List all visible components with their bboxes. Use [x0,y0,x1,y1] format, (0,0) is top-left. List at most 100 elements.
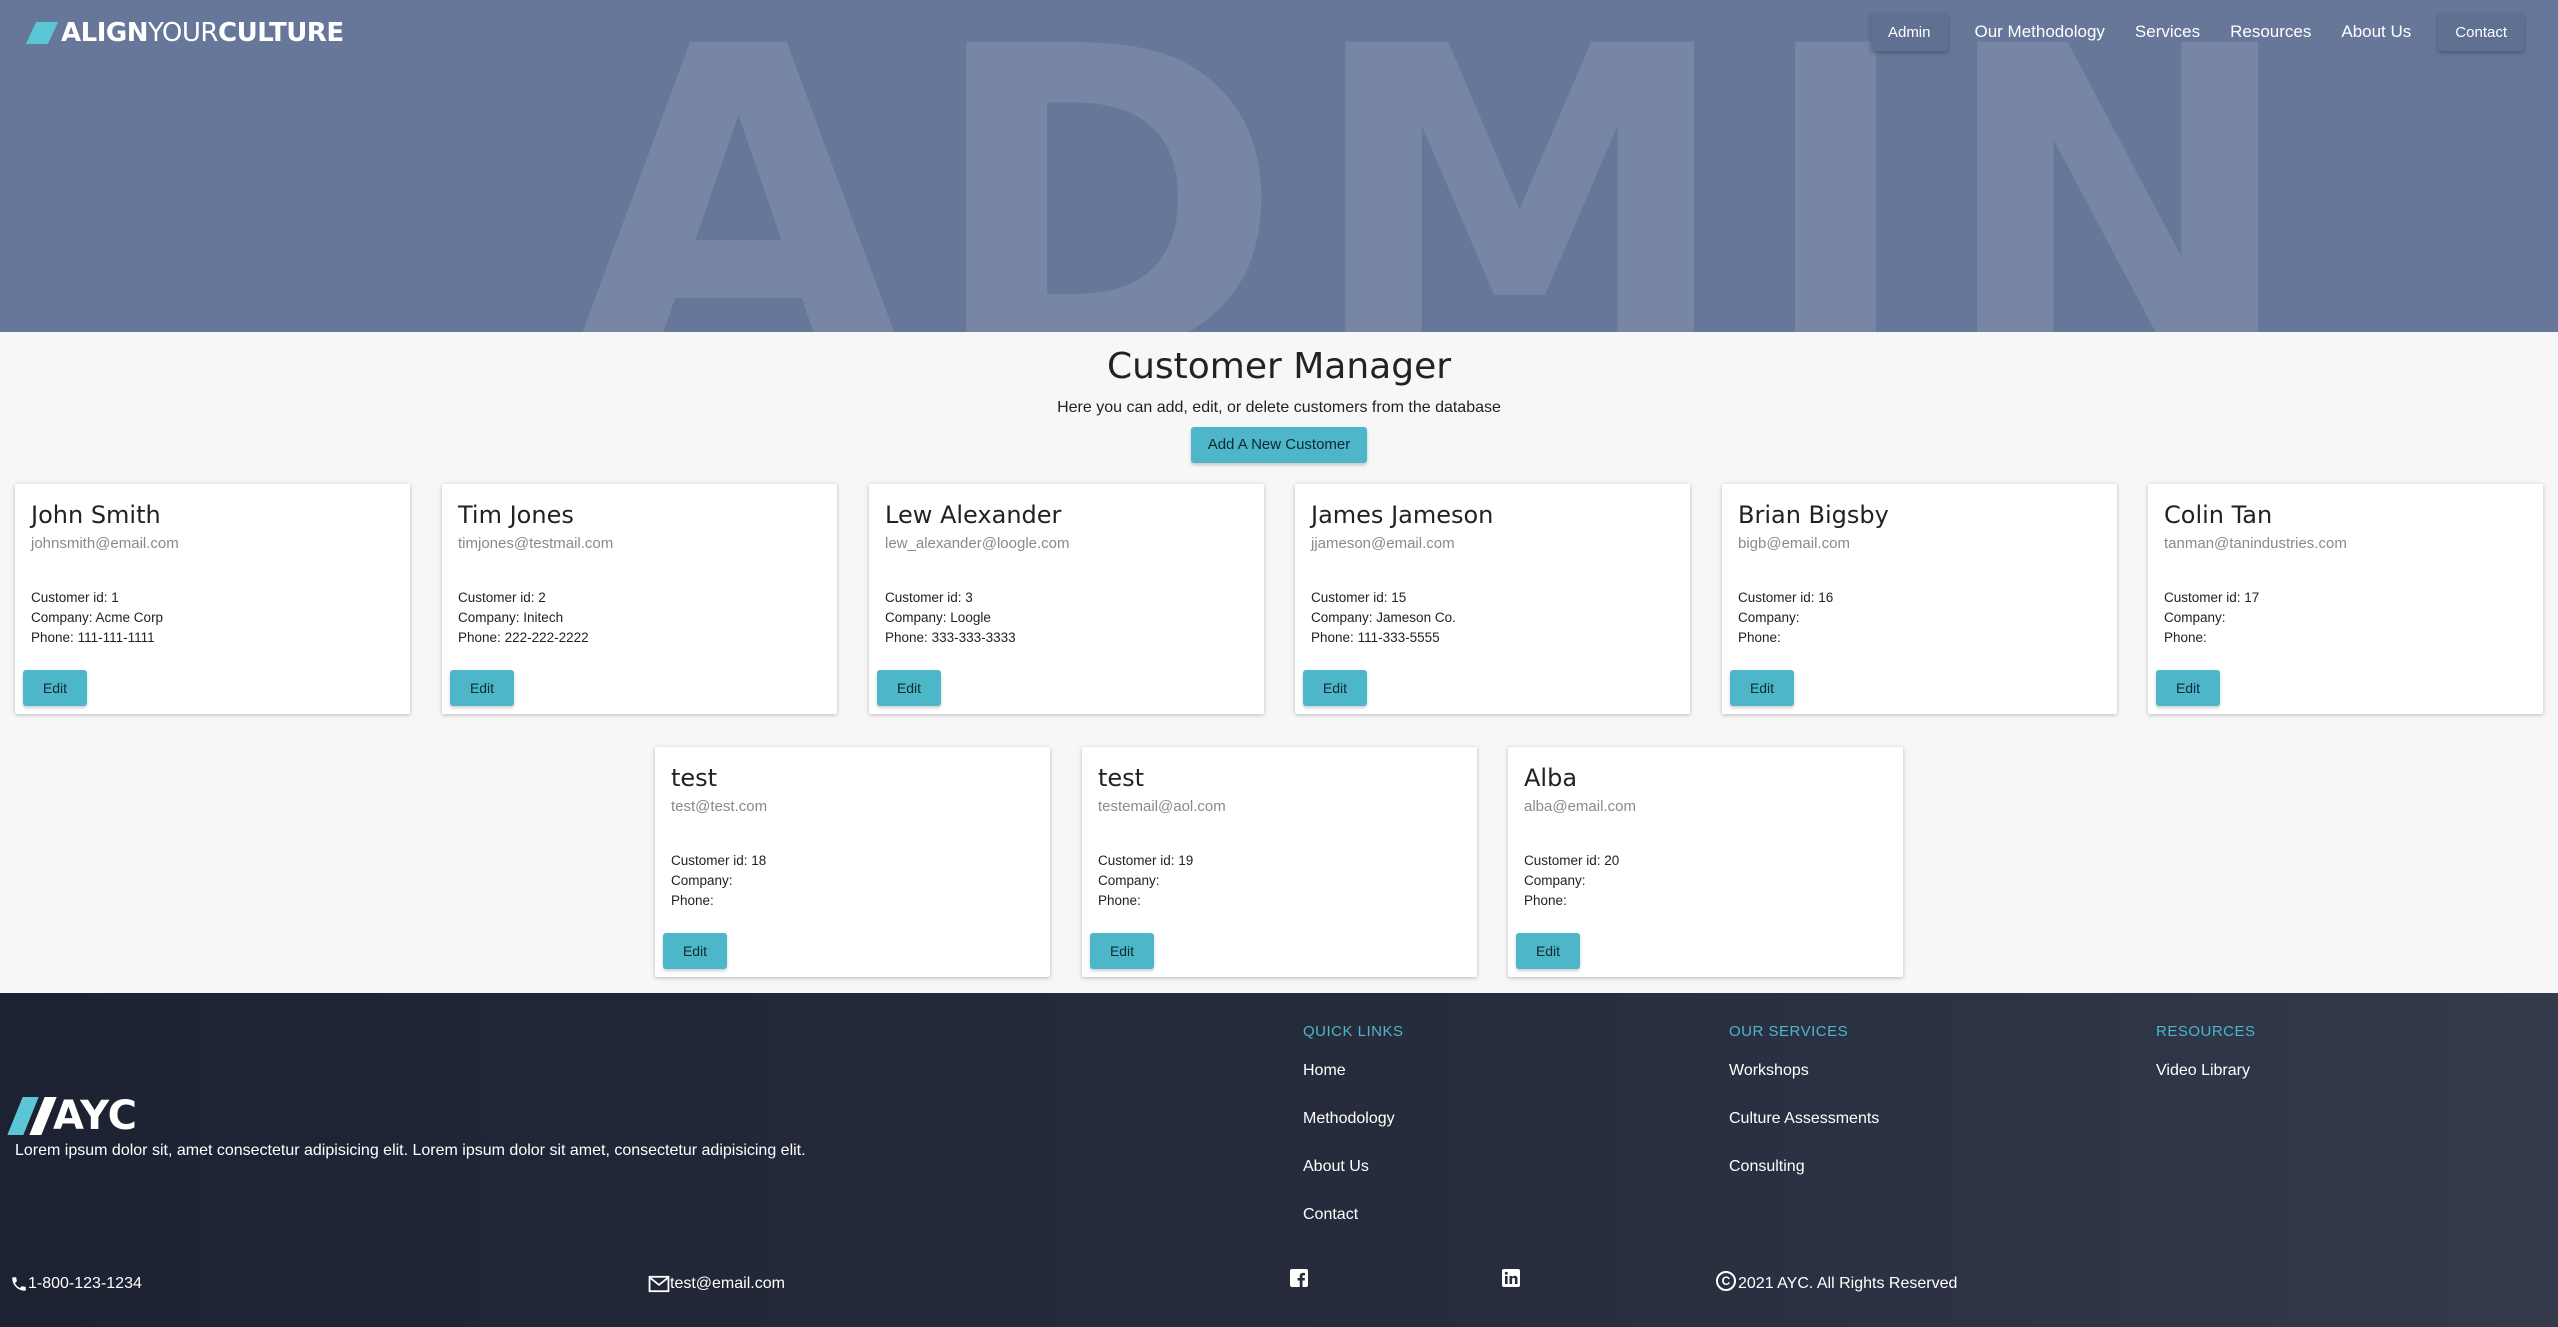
logo-mark-icon [25,22,59,44]
customer-id-row: Customer id: 17 [2164,590,2260,605]
customer-name: Lew Alexander [885,501,1062,529]
customer-id-row: Customer id: 19 [1098,853,1194,868]
footer-link-consulting[interactable]: Consulting [1729,1158,1879,1206]
nav-contact[interactable]: Contact [2438,13,2524,51]
footer-quick-links: QUICK LINKS Home Methodology About Us Co… [1303,1023,1404,1254]
nav-admin[interactable]: Admin [1870,13,1948,51]
resources-heading: RESOURCES [2156,1023,2256,1040]
customer-phone-row: Phone: [2164,630,2207,645]
footer-phone-number: 1-800-123-1234 [28,1275,142,1292]
customer-card: Alba alba@email.com Customer id: 20 Comp… [1508,747,1903,977]
customer-id-row: Customer id: 15 [1311,590,1407,605]
footer-link-about-us[interactable]: About Us [1303,1158,1404,1206]
customer-phone-row: Phone: 222-222-2222 [458,630,589,645]
customer-email: jjameson@email.com [1311,535,1455,552]
customer-name: James Jameson [1311,501,1494,529]
customer-company-row: Company: [2164,610,2226,625]
customer-details: Customer id: 17 Company: Phone: [2164,588,2259,648]
customer-phone-row: Phone: [1098,893,1141,908]
customer-name: John Smith [31,501,161,529]
edit-button[interactable]: Edit [2156,670,2220,706]
customer-card: Brian Bigsby bigb@email.com Customer id:… [1722,484,2117,714]
customer-phone-row: Phone: 333-333-3333 [885,630,1016,645]
quick-links-heading: QUICK LINKS [1303,1023,1404,1040]
services-heading: OUR SERVICES [1729,1023,1849,1040]
customer-name: test [1098,764,1145,792]
customer-phone-row: Phone: [1524,893,1567,908]
facebook-icon [1290,1269,1308,1287]
edit-button[interactable]: Edit [1303,670,1367,706]
customer-id-row: Customer id: 18 [671,853,767,868]
nav-about-us[interactable]: About Us [2326,13,2426,51]
edit-button[interactable]: Edit [1516,933,1580,969]
customer-name: test [671,764,718,792]
customer-id-row: Customer id: 16 [1738,590,1834,605]
linkedin-link[interactable] [1502,1269,1520,1287]
customer-details: Customer id: 18 Company: Phone: [671,851,766,911]
hero-banner: ADMIN ALIGN YOUR CULTURE Admin Our Methodo… [0,0,2558,332]
customer-name: Brian Bigsby [1738,501,1889,529]
customer-company-row: Company: Acme Corp [31,610,164,625]
edit-button[interactable]: Edit [663,933,727,969]
add-customer-button[interactable]: Add A New Customer [1190,427,1368,463]
edit-button[interactable]: Edit [877,670,941,706]
customer-card: Lew Alexander lew_alexander@loogle.com C… [869,484,1264,714]
customer-id-row: Customer id: 20 [1524,853,1620,868]
customer-phone-row: Phone: 111-111-1111 [31,630,155,645]
customer-id-row: Customer id: 2 [458,590,546,605]
customer-company-row: Company: Jameson Co. [1311,610,1456,625]
nav-services[interactable]: Services [2120,13,2215,51]
customer-email: bigb@email.com [1738,535,1850,552]
customer-card: John Smith johnsmith@email.com Customer … [15,484,410,714]
customer-card: Tim Jones timjones@testmail.com Customer… [442,484,837,714]
customer-email: lew_alexander@loogle.com [885,535,1070,552]
logo-text-culture: CULTURE [218,18,344,48]
footer-link-workshops[interactable]: Workshops [1729,1062,1879,1110]
customer-name: Alba [1524,764,1578,792]
nav-resources[interactable]: Resources [2215,13,2326,51]
customer-phone-row: Phone: 111-333-5555 [1311,630,1440,645]
customer-card: test test@test.com Customer id: 18 Compa… [655,747,1050,977]
site-logo[interactable]: ALIGN YOUR CULTURE [25,16,344,50]
copyright-icon: C [1716,1271,1736,1291]
footer-link-home[interactable]: Home [1303,1062,1404,1110]
customer-email: alba@email.com [1524,798,1636,815]
footer-link-video-library[interactable]: Video Library [2156,1062,2256,1110]
edit-button[interactable]: Edit [23,670,87,706]
footer-copyright: C 2021 AYC. All Rights Reserved [1716,1271,1958,1293]
main-nav: Admin Our Methodology Services Resources… [1870,12,2558,52]
footer-link-culture-assessments[interactable]: Culture Assessments [1729,1110,1879,1158]
customer-company-row: Company: [1738,610,1800,625]
footer-email-address: test@email.com [670,1275,785,1292]
customer-company-row: Company: [1524,873,1586,888]
customer-card: James Jameson jjameson@email.com Custome… [1295,484,1690,714]
footer-link-methodology[interactable]: Methodology [1303,1110,1404,1158]
logo-text-your: YOUR [147,18,219,48]
nav-methodology[interactable]: Our Methodology [1960,13,2120,51]
footer-logo[interactable]: AYC [7,1093,138,1139]
customer-company-row: Company: Initech [458,610,564,625]
customer-details: Customer id: 2 Company: Initech Phone: 2… [458,588,589,648]
customer-phone-row: Phone: [1738,630,1781,645]
footer-logo-text: AYC [53,1093,138,1139]
customer-email: testemail@aol.com [1098,798,1226,815]
customer-company-row: Company: [1098,873,1160,888]
customer-company-row: Company: Loogle [885,610,991,625]
customer-email: timjones@testmail.com [458,535,614,552]
customer-details: Customer id: 20 Company: Phone: [1524,851,1619,911]
customer-id-row: Customer id: 3 [885,590,973,605]
footer-email[interactable]: test@email.com [648,1275,785,1293]
customer-manager-header: Customer Manager Here you can add, edit,… [0,346,2558,463]
footer-link-contact[interactable]: Contact [1303,1206,1404,1254]
customer-phone-row: Phone: [671,893,714,908]
customer-name: Tim Jones [458,501,574,529]
edit-button[interactable]: Edit [1090,933,1154,969]
customer-email: tanman@tanindustries.com [2164,535,2347,552]
facebook-link[interactable] [1290,1269,1308,1287]
page-subtitle: Here you can add, edit, or delete custom… [1057,399,1501,416]
edit-button[interactable]: Edit [450,670,514,706]
copyright-text: 2021 AYC. All Rights Reserved [1738,1275,1958,1292]
customer-details: Customer id: 16 Company: Phone: [1738,588,1833,648]
customer-email: test@test.com [671,798,768,815]
edit-button[interactable]: Edit [1730,670,1794,706]
